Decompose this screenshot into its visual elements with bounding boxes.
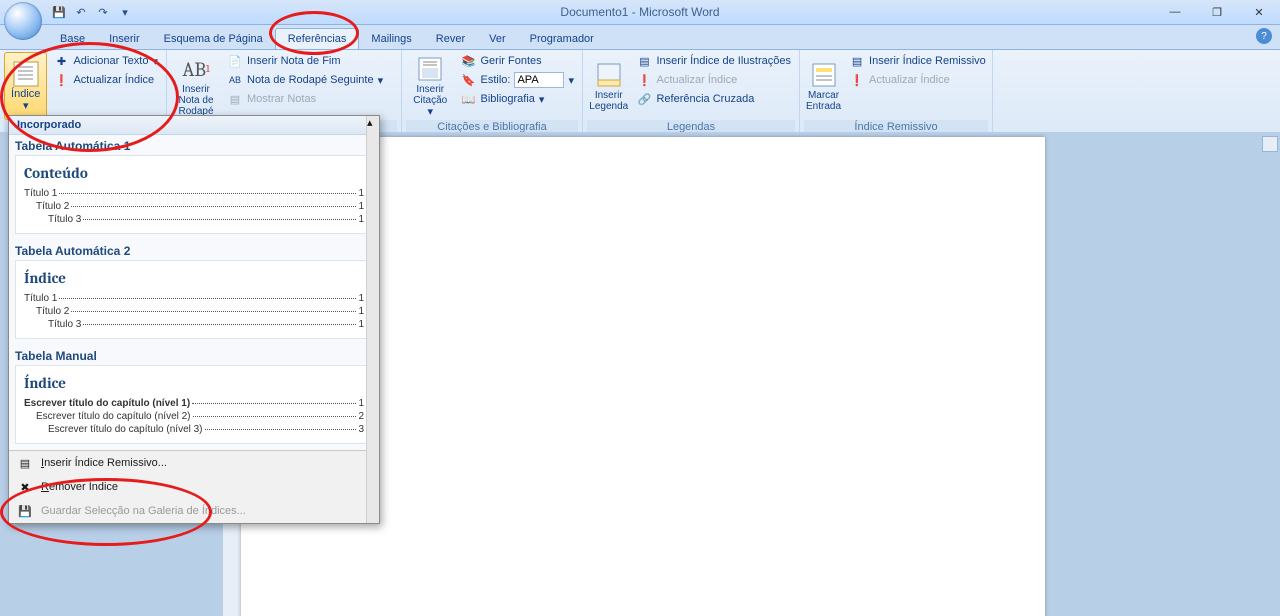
endnote-icon: 📄 — [227, 53, 243, 69]
help-icon[interactable]: ? — [1256, 28, 1272, 44]
next-footnote-icon: AB — [227, 72, 243, 88]
bibliografia-button[interactable]: 📖Bibliografia ▾ — [457, 90, 579, 108]
inserir-citacao-label: Inserir Citação — [408, 84, 453, 106]
indice-button[interactable]: Índice ▾ — [4, 52, 47, 120]
save-gallery-icon: 💾 — [17, 503, 33, 519]
ribbon-tabs: Base Inserir Esquema de Página Referênci… — [0, 25, 1280, 50]
tab-rever[interactable]: Rever — [424, 29, 477, 49]
inserir-citacao-button[interactable]: Inserir Citação▾ — [406, 52, 455, 120]
redo-icon[interactable]: ↷ — [94, 3, 112, 21]
window-buttons: — ❐ ✕ — [1154, 2, 1280, 22]
maximize-button[interactable]: ❐ — [1196, 2, 1238, 22]
dropdown-footer: ▤IInserir Índice Remissivo...nserir Índi… — [9, 450, 379, 523]
gallery-scroll-up[interactable]: ▴ — [366, 116, 379, 134]
inserir-legenda-label: Inserir Legenda — [589, 90, 628, 112]
undo-icon[interactable]: ↶ — [72, 3, 90, 21]
ruler-toggle-button[interactable] — [1262, 136, 1278, 152]
gerir-fontes-button[interactable]: 📚Gerir Fontes — [457, 52, 579, 70]
close-button[interactable]: ✕ — [1238, 2, 1280, 22]
preview-title: Índice — [24, 374, 364, 392]
group-indice-remissivo: Marcar Entrada ▤Inserir Índice Remissivo… — [800, 50, 993, 134]
inserir-legenda-button[interactable]: Inserir Legenda — [587, 52, 630, 120]
qat-more-icon[interactable]: ▾ — [116, 3, 134, 21]
dropdown-arrow-icon: ▾ — [23, 101, 29, 112]
inserir-nota-label: Inserir Nota de Rodapé — [173, 84, 219, 117]
preview-title: Índice — [24, 269, 364, 287]
tab-inserir[interactable]: Inserir — [97, 29, 152, 49]
group-citacoes: Inserir Citação▾ 📚Gerir Fontes 🔖Estilo: … — [402, 50, 583, 134]
tab-base[interactable]: Base — [48, 29, 97, 49]
preview-title: Conteúdo — [24, 164, 364, 182]
dropdown-header-incorporado: Incorporado — [9, 116, 379, 135]
inserir-indice-remissivo-menu[interactable]: ▤IInserir Índice Remissivo...nserir Índi… — [9, 451, 379, 475]
update-icon: ❗ — [636, 72, 652, 88]
toc-icon — [12, 60, 40, 88]
actualizar-indice-rem-button[interactable]: ❗Actualizar Índice — [845, 71, 990, 89]
tab-esquema[interactable]: Esquema de Página — [152, 29, 275, 49]
referencia-cruzada-button[interactable]: 🔗Referência Cruzada — [632, 90, 795, 108]
remove-index-icon: ✖ — [17, 479, 33, 495]
tab-ver[interactable]: Ver — [477, 29, 518, 49]
actualizar-indice-leg-button[interactable]: ❗Actualizar Índice — [632, 71, 795, 89]
indice-label: Índice — [11, 89, 40, 100]
mark-entry-icon — [810, 61, 838, 89]
indice-dropdown-gallery: Incorporado Tabela Automática 1 Conteúdo… — [8, 115, 380, 524]
save-icon[interactable]: 💾 — [50, 3, 68, 21]
marcar-entrada-label: Marcar Entrada — [806, 90, 841, 112]
actualizar-indice-button[interactable]: ❗Actualizar Índice — [49, 71, 162, 89]
add-text-icon: ✚ — [53, 53, 69, 69]
insert-index-icon: ▤ — [17, 455, 33, 471]
gallery-item-tabela-manual[interactable]: Tabela Manual — [9, 345, 379, 365]
mostrar-notas-button[interactable]: ▤Mostrar Notas — [223, 90, 387, 108]
gallery-preview-auto1[interactable]: Conteúdo Título 11 Título 21 Título 31 — [15, 155, 373, 234]
citation-icon — [416, 55, 444, 83]
indice-ilustracoes-button[interactable]: ▤Inserir Índice de Ilustrações — [632, 52, 795, 70]
guardar-galeria-menu: 💾Guardar Selecção na Galeria de Índices.… — [9, 499, 379, 523]
adicionar-texto-button[interactable]: ✚Adicionar Texto ▾ — [49, 52, 162, 70]
title-bar: 💾 ↶ ↷ ▾ Documento1 - Microsoft Word — ❐ … — [0, 0, 1280, 25]
tab-mailings[interactable]: Mailings — [359, 29, 423, 49]
quick-access-toolbar: 💾 ↶ ↷ ▾ — [50, 3, 134, 21]
update-icon: ❗ — [53, 72, 69, 88]
minimize-button[interactable]: — — [1154, 2, 1196, 22]
gallery-preview-manual[interactable]: Índice Escrever título do capítulo (níve… — [15, 365, 373, 444]
update-icon: ❗ — [849, 72, 865, 88]
estilo-select[interactable]: 🔖Estilo: ▾ — [457, 71, 579, 89]
show-notes-icon: ▤ — [227, 91, 243, 107]
table-figures-icon: ▤ — [636, 53, 652, 69]
gallery-preview-auto2[interactable]: Índice Título 11 Título 21 Título 31 — [15, 260, 373, 339]
tab-referencias[interactable]: Referências — [275, 28, 360, 49]
office-button[interactable] — [4, 2, 42, 40]
group-legendas: Inserir Legenda ▤Inserir Índice de Ilust… — [583, 50, 800, 134]
gallery-item-tabela-auto1[interactable]: Tabela Automática 1 — [9, 135, 379, 155]
inserir-indice-remissivo-button[interactable]: ▤Inserir Índice Remissivo — [845, 52, 990, 70]
caption-icon — [595, 61, 623, 89]
bibliography-icon: 📖 — [461, 91, 477, 107]
remover-indice-menu[interactable]: ✖Remover Índice — [9, 475, 379, 499]
cross-ref-icon: 🔗 — [636, 91, 652, 107]
footnote-icon: AB1 — [182, 55, 210, 83]
tab-programador[interactable]: Programador — [518, 29, 606, 49]
marcar-entrada-button[interactable]: Marcar Entrada — [804, 52, 843, 120]
insert-index-icon: ▤ — [849, 53, 865, 69]
window-title: Documento1 - Microsoft Word — [560, 5, 719, 19]
gallery-scrollbar[interactable] — [366, 134, 379, 523]
inserir-nota-fim-button[interactable]: 📄Inserir Nota de Fim — [223, 52, 387, 70]
gallery-item-tabela-auto2[interactable]: Tabela Automática 2 — [9, 240, 379, 260]
inserir-nota-rodape-button[interactable]: AB1 Inserir Nota de Rodapé — [171, 52, 221, 120]
nota-seguinte-button[interactable]: ABNota de Rodapé Seguinte ▾ — [223, 71, 387, 89]
manage-sources-icon: 📚 — [461, 53, 477, 69]
estilo-input[interactable] — [514, 72, 564, 88]
style-icon: 🔖 — [461, 72, 477, 88]
